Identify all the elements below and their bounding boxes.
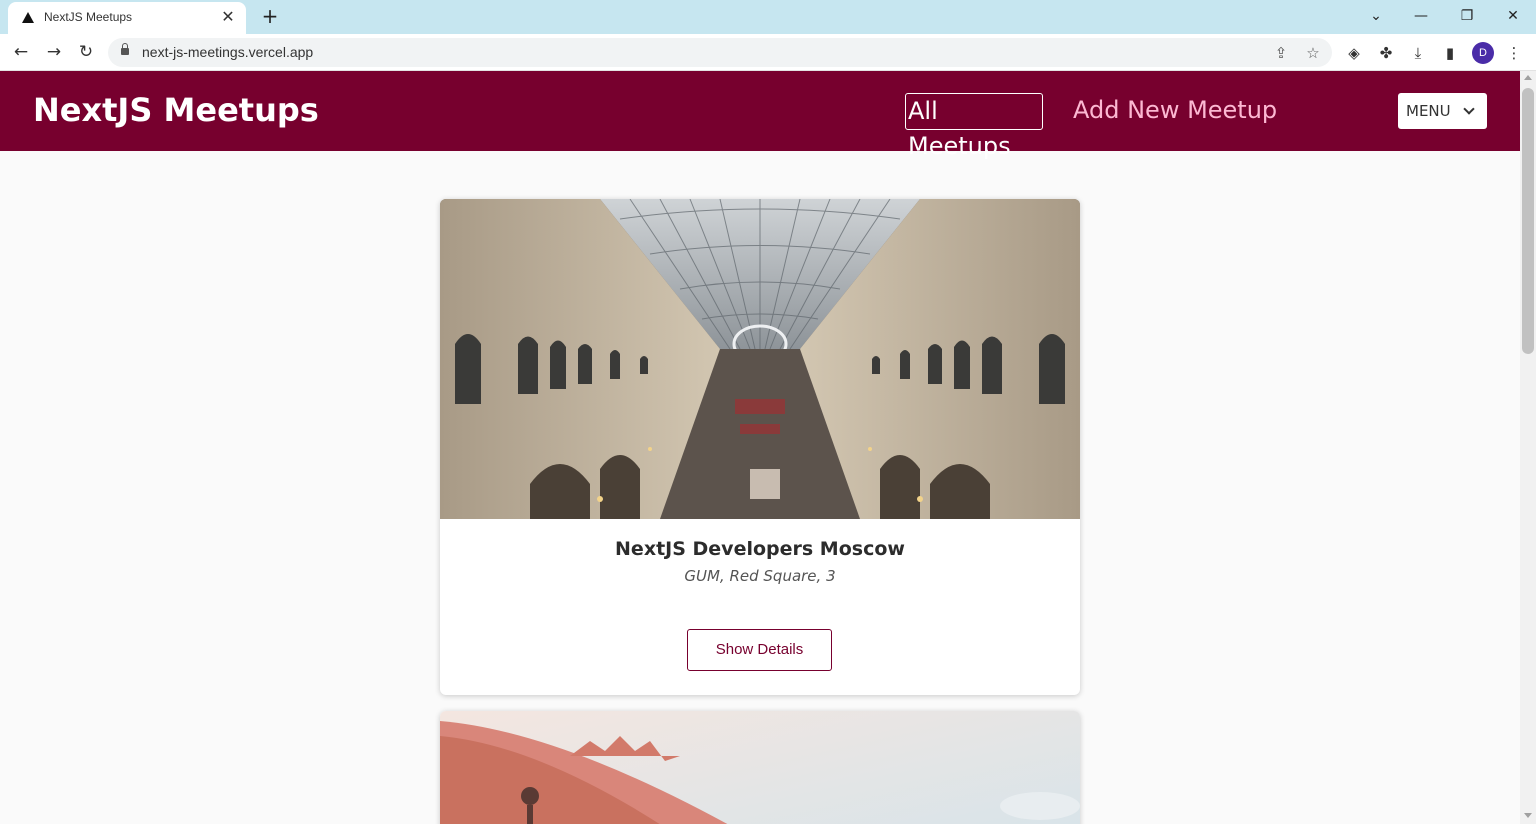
scrollbar-thumb[interactable] — [1522, 88, 1534, 354]
address-bar[interactable]: next-js-meetings.vercel.app ⇪ ☆ — [108, 38, 1332, 67]
show-details-button[interactable]: Show Details — [687, 629, 832, 671]
lock-icon[interactable] — [121, 43, 129, 57]
meetup-title: NextJS Developers Moscow — [615, 538, 905, 560]
meetup-card: NextJS Developers Moscow GUM, Red Square… — [440, 199, 1080, 695]
forward-icon[interactable]: → — [42, 40, 66, 64]
menu-button[interactable]: MENU — [1398, 93, 1487, 129]
extension-icon[interactable]: ◈ — [1342, 41, 1366, 65]
browser-toolbar: ← → ↻ next-js-meetings.vercel.app ⇪ ☆ ◈ … — [0, 34, 1536, 71]
nav-add-new-meetup[interactable]: Add New Meetup — [1071, 93, 1279, 130]
restore-button[interactable]: ❐ — [1453, 4, 1481, 28]
back-icon[interactable]: ← — [9, 40, 33, 64]
meetup-image — [440, 711, 1080, 824]
vercel-triangle-icon — [22, 12, 34, 23]
tab-title: NextJS Meetups — [44, 10, 133, 24]
new-tab-button[interactable]: + — [258, 4, 282, 28]
url-text[interactable]: next-js-meetings.vercel.app — [142, 44, 313, 60]
reload-icon[interactable]: ↻ — [74, 40, 98, 64]
window-close-button[interactable]: ✕ — [1499, 4, 1527, 28]
close-icon[interactable]: ✕ — [218, 7, 238, 27]
kebab-menu-icon[interactable]: ⋮ — [1502, 41, 1526, 65]
browser-tab-bar: NextJS Meetups ✕ + ⌄ — ❐ ✕ — [0, 0, 1536, 34]
scroll-up-arrow-icon[interactable] — [1524, 75, 1532, 80]
site-logo[interactable]: NextJS Meetups — [33, 91, 319, 129]
meetup-image — [440, 199, 1080, 519]
sidepanel-icon[interactable]: ▮ — [1438, 41, 1462, 65]
download-icon[interactable]: ⤓ — [1406, 41, 1430, 65]
tab-search-icon[interactable]: ⌄ — [1362, 4, 1390, 28]
chevron-down-icon — [1463, 103, 1475, 115]
share-icon[interactable]: ⇪ — [1270, 42, 1292, 64]
page-scrollbar[interactable] — [1520, 71, 1536, 824]
browser-tab[interactable]: NextJS Meetups ✕ — [8, 2, 246, 34]
meetup-card — [440, 711, 1080, 824]
minimize-button[interactable]: — — [1407, 4, 1435, 28]
puzzle-icon[interactable]: ✤ — [1374, 41, 1398, 65]
site-header: NextJS Meetups All Meetups Add New Meetu… — [0, 71, 1520, 160]
star-icon[interactable]: ☆ — [1302, 42, 1324, 64]
scroll-down-arrow-icon[interactable] — [1524, 813, 1532, 818]
menu-label: MENU — [1406, 102, 1451, 120]
avatar[interactable]: D — [1472, 42, 1494, 64]
nav-all-meetups[interactable]: All Meetups — [905, 93, 1043, 160]
meetup-address: GUM, Red Square, 3 — [684, 567, 836, 585]
